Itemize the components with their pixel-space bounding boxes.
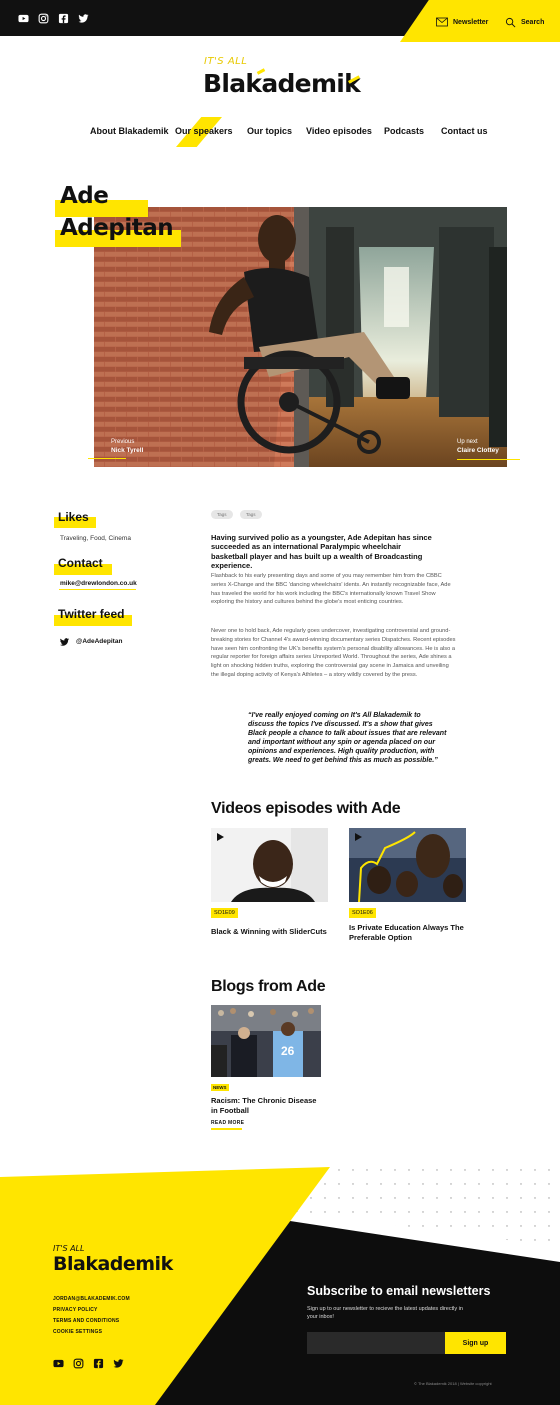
signup-button[interactable]: Sign up — [445, 1332, 506, 1354]
twitter-heading: Twitter feed — [58, 607, 125, 621]
article-intro: Having survived polio as a youngster, Ad… — [211, 533, 432, 571]
nav-item-podcasts[interactable]: Podcasts — [384, 126, 424, 136]
video-thumbnail[interactable] — [211, 828, 328, 902]
subscribe-heading: Subscribe to email newsletters — [307, 1284, 491, 1298]
subscribe-text: Sign up to our newsletter to recieve the… — [307, 1306, 463, 1321]
site-logo[interactable]: IT'S ALL Blakademik — [203, 56, 363, 100]
news-badge: NEWS — [211, 1084, 229, 1091]
search-label: Search — [521, 19, 545, 26]
twitter-handle-link[interactable]: @AdeAdepitan — [76, 638, 122, 645]
article-paragraph: Never one to hold back, Ade regularly go… — [211, 628, 456, 679]
blog-thumbnail[interactable]: 26 — [211, 1005, 321, 1077]
play-icon — [217, 833, 224, 841]
speaker-first-name: Ade — [60, 183, 109, 209]
blogs-heading: Blogs from Ade — [211, 978, 326, 995]
newsletter-link[interactable]: Newsletter — [436, 17, 488, 27]
nav-item-speakers[interactable]: Our speakers — [175, 126, 233, 136]
envelope-icon — [436, 17, 448, 27]
next-accent-line — [457, 459, 520, 460]
article-paragraph: Flashback to his early presenting days a… — [211, 573, 451, 606]
play-icon — [355, 833, 362, 841]
previous-label: Previous — [111, 439, 135, 445]
read-more-underline — [211, 1128, 242, 1130]
youtube-icon[interactable] — [18, 13, 29, 24]
next-speaker-name: Claire Clottey — [457, 446, 499, 454]
footer-privacy-link[interactable]: PRIVACY POLICY — [53, 1307, 98, 1313]
likes-heading: Likes — [58, 510, 89, 524]
previous-speaker-link[interactable]: Previous Nick Tyrell — [111, 439, 143, 455]
header-social-links — [18, 13, 89, 24]
newsletter-email-input[interactable] — [307, 1332, 445, 1354]
copyright-text: © The Blakademik 2018 | Website copyrigh… — [414, 1381, 492, 1386]
next-speaker-link[interactable]: Up next Claire Clottey — [457, 439, 499, 455]
contact-heading: Contact — [58, 556, 103, 570]
youtube-icon[interactable] — [53, 1358, 64, 1369]
blog-title[interactable]: Racism: The Chronic Disease in Football — [211, 1096, 319, 1116]
next-label: Up next — [457, 439, 478, 445]
episode-badge: SO1E06 — [349, 908, 376, 918]
video-thumbnail[interactable] — [349, 828, 466, 902]
footer-logo[interactable]: IT'S ALL Blakademik — [53, 1244, 173, 1278]
svg-text:26: 26 — [281, 1044, 295, 1058]
facebook-icon[interactable] — [93, 1358, 104, 1369]
previous-speaker-name: Nick Tyrell — [111, 446, 144, 454]
nav-item-topics[interactable]: Our topics — [247, 126, 292, 136]
speaker-last-name: Adepitan — [60, 215, 174, 241]
facebook-icon[interactable] — [58, 13, 69, 24]
footer-logo-wordmark: Blakademik — [53, 1253, 173, 1275]
videos-heading: Videos episodes with Ade — [211, 800, 401, 817]
search-icon — [505, 17, 516, 28]
logo-wordmark: Blakademik — [203, 69, 361, 98]
instagram-icon[interactable] — [73, 1358, 84, 1369]
footer-logo-tagline: IT'S ALL — [53, 1244, 85, 1253]
video-title[interactable]: Black & Winning with SliderCuts — [211, 927, 331, 937]
logo-tagline: IT'S ALL — [204, 56, 248, 67]
contact-underline — [59, 589, 136, 590]
speaker-quote: “I've really enjoyed coming on It's All … — [248, 712, 447, 765]
footer-cookie-link[interactable]: COOKIE SETTINGS — [53, 1329, 102, 1335]
nav-item-contact[interactable]: Contact us — [441, 126, 488, 136]
likes-text: Traveling, Food, Cinema — [60, 535, 131, 542]
nav-item-videos[interactable]: Video episodes — [306, 126, 372, 136]
footer-social-links — [53, 1358, 124, 1369]
footer-terms-link[interactable]: TERMS AND CONDITIONS — [53, 1318, 119, 1324]
tag-pill[interactable]: Tags — [240, 510, 262, 519]
tag-pill[interactable]: Tags — [211, 510, 233, 519]
footer-email-link[interactable]: JORDAN@BLAKADEMIK.COM — [53, 1296, 130, 1302]
previous-accent-line — [88, 458, 126, 459]
nav-item-about[interactable]: About Blakademik — [90, 126, 169, 136]
contact-email-link[interactable]: mike@drewlondon.co.uk — [60, 580, 137, 587]
instagram-icon[interactable] — [38, 13, 49, 24]
search-link[interactable]: Search — [505, 17, 544, 28]
twitter-icon[interactable] — [78, 13, 89, 24]
twitter-icon[interactable] — [113, 1358, 124, 1369]
newsletter-label: Newsletter — [453, 18, 489, 26]
twitter-icon — [59, 638, 70, 646]
video-title[interactable]: Is Private Education Always The Preferab… — [349, 923, 469, 943]
episode-badge: SO1E09 — [211, 908, 238, 918]
read-more-link[interactable]: READ MORE — [211, 1120, 244, 1126]
